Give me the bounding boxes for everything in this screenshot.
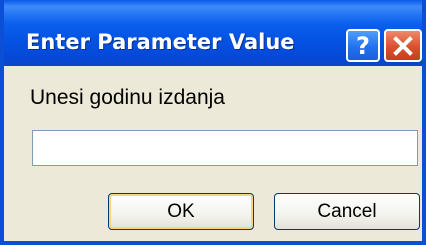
title-bar[interactable]: Enter Parameter Value ? <box>4 0 422 66</box>
help-button[interactable]: ? <box>346 29 380 62</box>
ok-button[interactable]: OK <box>108 193 254 230</box>
window-title: Enter Parameter Value <box>26 30 295 54</box>
question-mark-icon: ? <box>356 31 370 60</box>
dialog-body: Unesi godinu izdanja OK Cancel <box>4 66 422 241</box>
close-icon <box>393 35 413 56</box>
cancel-button[interactable]: Cancel <box>274 193 420 230</box>
close-button[interactable] <box>384 29 422 62</box>
parameter-dialog: Enter Parameter Value ? Unesi godinu izd… <box>0 0 426 245</box>
parameter-input[interactable] <box>32 130 418 166</box>
prompt-label: Unesi godinu izdanja <box>30 86 225 109</box>
